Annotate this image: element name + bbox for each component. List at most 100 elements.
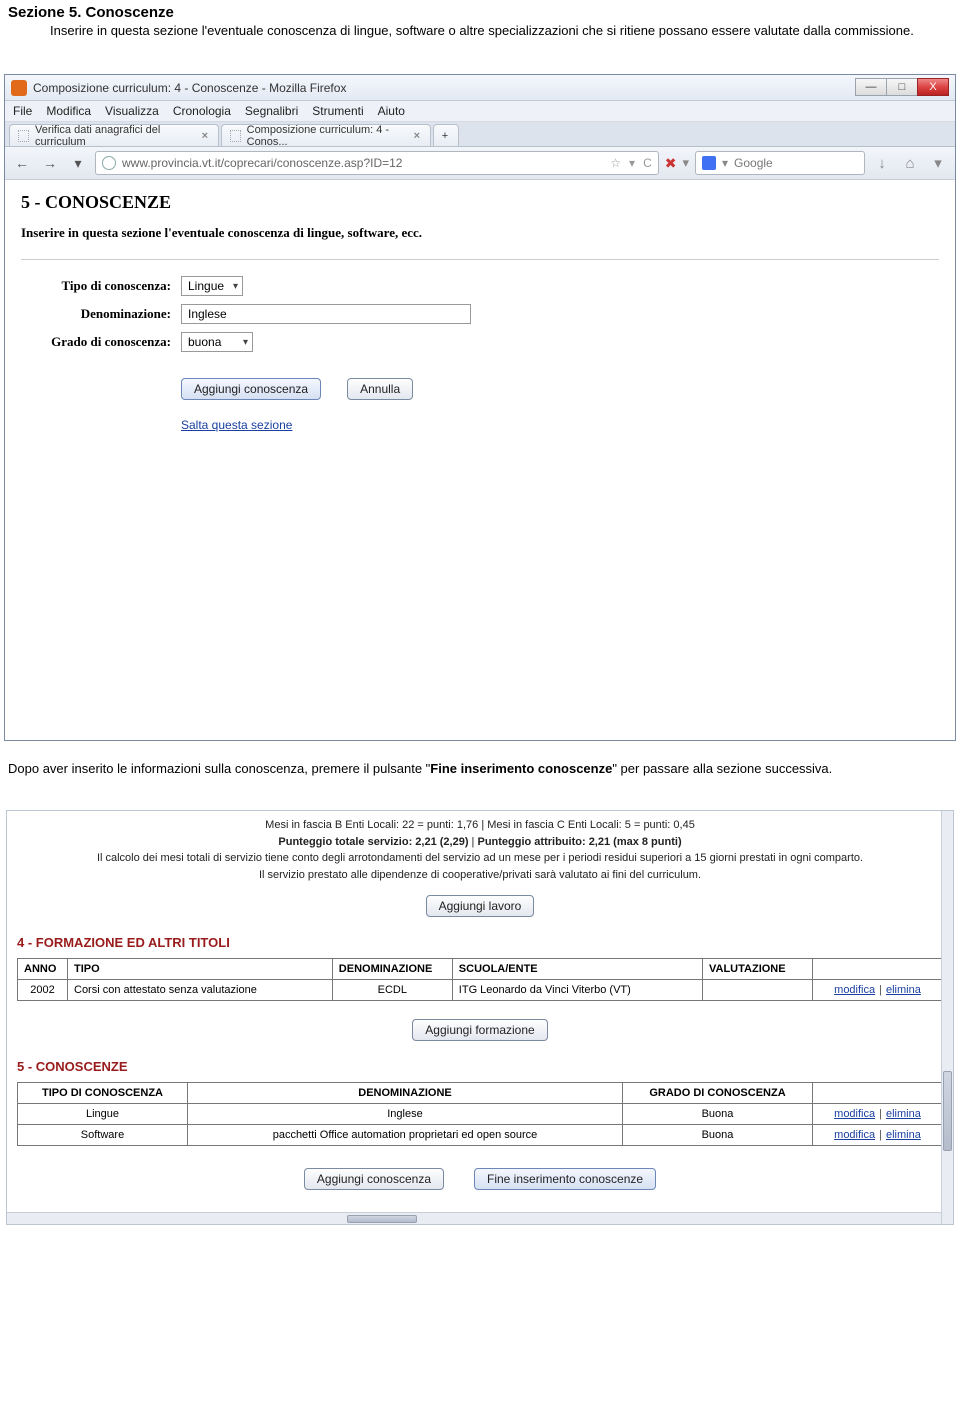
col-grado: GRADO DI CONOSCENZA [623, 1083, 813, 1104]
delete-link[interactable]: elimina [886, 1108, 921, 1120]
reload-icon[interactable]: C [643, 156, 652, 170]
menu-tools[interactable]: Strumenti [312, 104, 363, 118]
back-button[interactable]: ← [11, 152, 33, 174]
page-title: 5 - CONOSCENZE [21, 192, 939, 219]
page-icon [18, 130, 29, 142]
url-bar[interactable]: www.provincia.vt.it/coprecari/conoscenze… [95, 151, 659, 175]
table-row: 2002 Corsi con attestato senza valutazio… [18, 980, 943, 1001]
browser-window: Composizione curriculum: 4 - Conoscenze … [4, 74, 956, 741]
downloads-icon[interactable]: ↓ [871, 152, 893, 174]
menu-bookmarks[interactable]: Segnalibri [245, 104, 298, 118]
window-titlebar: Composizione curriculum: 4 - Conoscenze … [5, 75, 955, 101]
cell-tipo: Software [18, 1125, 188, 1146]
col-actions [813, 959, 943, 980]
edit-link[interactable]: modifica [834, 1108, 875, 1120]
search-box[interactable]: ▾ Google [695, 151, 865, 175]
google-icon [702, 156, 716, 170]
cell-valut [703, 980, 813, 1001]
cell-denom: Inglese [188, 1104, 623, 1125]
horizontal-scrollbar[interactable]: ▸ [7, 1212, 953, 1224]
denom-input[interactable]: Inglese [181, 304, 471, 324]
edit-link[interactable]: modifica [834, 1129, 875, 1141]
section-heading: Sezione 5. Conoscenze [8, 0, 952, 23]
conoscenze-table: TIPO DI CONOSCENZA DENOMINAZIONE GRADO D… [17, 1082, 943, 1146]
add-lavoro-button[interactable]: Aggiungi lavoro [426, 895, 535, 917]
maximize-button[interactable]: □ [886, 78, 918, 96]
toolbar-drop-icon[interactable]: ▾ [682, 155, 689, 171]
menu-edit[interactable]: Modifica [46, 104, 91, 118]
section-description: Inserire in questa sezione l'eventuale c… [8, 23, 952, 48]
grado-select[interactable]: buona [181, 332, 253, 352]
skip-section-link[interactable]: Salta questa sezione [181, 418, 939, 432]
menu-help[interactable]: Aiuto [378, 104, 405, 118]
menu-bar: File Modifica Visualizza Cronologia Segn… [5, 101, 955, 122]
tab-label: Verifica dati anagrafici del curriculum [35, 124, 196, 148]
cell-actions: modifica|elimina [813, 1104, 943, 1125]
globe-icon [102, 156, 116, 170]
minimize-button[interactable]: — [855, 78, 887, 96]
cell-anno: 2002 [18, 980, 68, 1001]
scroll-thumb[interactable] [347, 1215, 417, 1223]
delete-link[interactable]: elimina [886, 984, 921, 996]
cell-grado: Buona [623, 1104, 813, 1125]
search-placeholder: Google [734, 156, 773, 170]
menu-view[interactable]: Visualizza [105, 104, 159, 118]
cell-scuola: ITG Leonardo da Vinci Viterbo (VT) [452, 980, 702, 1001]
new-tab-button[interactable]: + [433, 124, 459, 146]
close-icon[interactable]: × [202, 130, 208, 142]
tab-composizione[interactable]: Composizione curriculum: 4 - Conos... × [221, 124, 431, 146]
cell-tipo: Lingue [18, 1104, 188, 1125]
urlbar-drop-icon[interactable]: ▾ [629, 156, 635, 170]
col-tipo-conoscenza: TIPO DI CONOSCENZA [18, 1083, 188, 1104]
firefox-icon [11, 80, 27, 96]
table-row: Software pacchetti Office automation pro… [18, 1125, 943, 1146]
window-title: Composizione curriculum: 4 - Conoscenze … [33, 81, 346, 95]
adblock-icon[interactable]: ✖ [665, 155, 677, 172]
tipo-label: Tipo di conoscenza: [21, 278, 181, 294]
vertical-scrollbar[interactable] [941, 811, 953, 1224]
section4-title: 4 - FORMAZIONE ED ALTRI TITOLI [17, 935, 943, 950]
page-icon [230, 130, 241, 142]
score-summary: Mesi in fascia B Enti Locali: 22 = punti… [17, 815, 943, 887]
col-anno: ANNO [18, 959, 68, 980]
grado-label: Grado di conoscenza: [21, 334, 181, 350]
fine-inserimento-button[interactable]: Fine inserimento conoscenze [474, 1168, 656, 1190]
col-actions [813, 1083, 943, 1104]
denom-label: Denominazione: [21, 306, 181, 322]
col-denominazione: DENOMINAZIONE [188, 1083, 623, 1104]
edit-link[interactable]: modifica [834, 984, 875, 996]
cell-denom: ECDL [332, 980, 452, 1001]
cell-actions: modifica|elimina [813, 980, 943, 1001]
col-valutazione: VALUTAZIONE [703, 959, 813, 980]
tab-bar: Verifica dati anagrafici del curriculum … [5, 122, 955, 147]
nav-toolbar: ← → ▾ www.provincia.vt.it/coprecari/cono… [5, 147, 955, 180]
add-conoscenza-button[interactable]: Aggiungi conoscenza [181, 378, 321, 400]
cancel-button[interactable]: Annulla [347, 378, 413, 400]
delete-link[interactable]: elimina [886, 1129, 921, 1141]
menu-history[interactable]: Cronologia [173, 104, 231, 118]
formazione-table: ANNO TIPO DENOMINAZIONE SCUOLA/ENTE VALU… [17, 958, 943, 1001]
col-denom: DENOMINAZIONE [332, 959, 452, 980]
add-conoscenza-button-2[interactable]: Aggiungi conoscenza [304, 1168, 444, 1190]
bookmark-star-icon[interactable]: ☆ [610, 156, 621, 170]
page-subtitle: Inserire in questa sezione l'eventuale c… [21, 219, 939, 255]
cell-grado: Buona [623, 1125, 813, 1146]
url-text: www.provincia.vt.it/coprecari/conoscenze… [122, 156, 610, 170]
forward-button[interactable]: → [39, 152, 61, 174]
table-row: Lingue Inglese Buona modifica|elimina [18, 1104, 943, 1125]
home-icon[interactable]: ⌂ [899, 152, 921, 174]
cell-denom: pacchetti Office automation proprietari … [188, 1125, 623, 1146]
scroll-thumb[interactable] [943, 1071, 952, 1151]
divider [21, 259, 939, 260]
section5-title: 5 - CONOSCENZE [17, 1059, 943, 1074]
close-icon[interactable]: × [414, 130, 420, 142]
toolbar-menu-icon[interactable]: ▾ [927, 152, 949, 174]
tipo-select[interactable]: Lingue [181, 276, 243, 296]
menu-file[interactable]: File [13, 104, 32, 118]
tab-verifica[interactable]: Verifica dati anagrafici del curriculum … [9, 124, 219, 146]
cell-actions: modifica|elimina [813, 1125, 943, 1146]
history-drop-button[interactable]: ▾ [67, 152, 89, 174]
page-content: 5 - CONOSCENZE Inserire in questa sezion… [5, 180, 955, 740]
add-formazione-button[interactable]: Aggiungi formazione [412, 1019, 547, 1041]
close-button[interactable]: X [917, 78, 949, 96]
